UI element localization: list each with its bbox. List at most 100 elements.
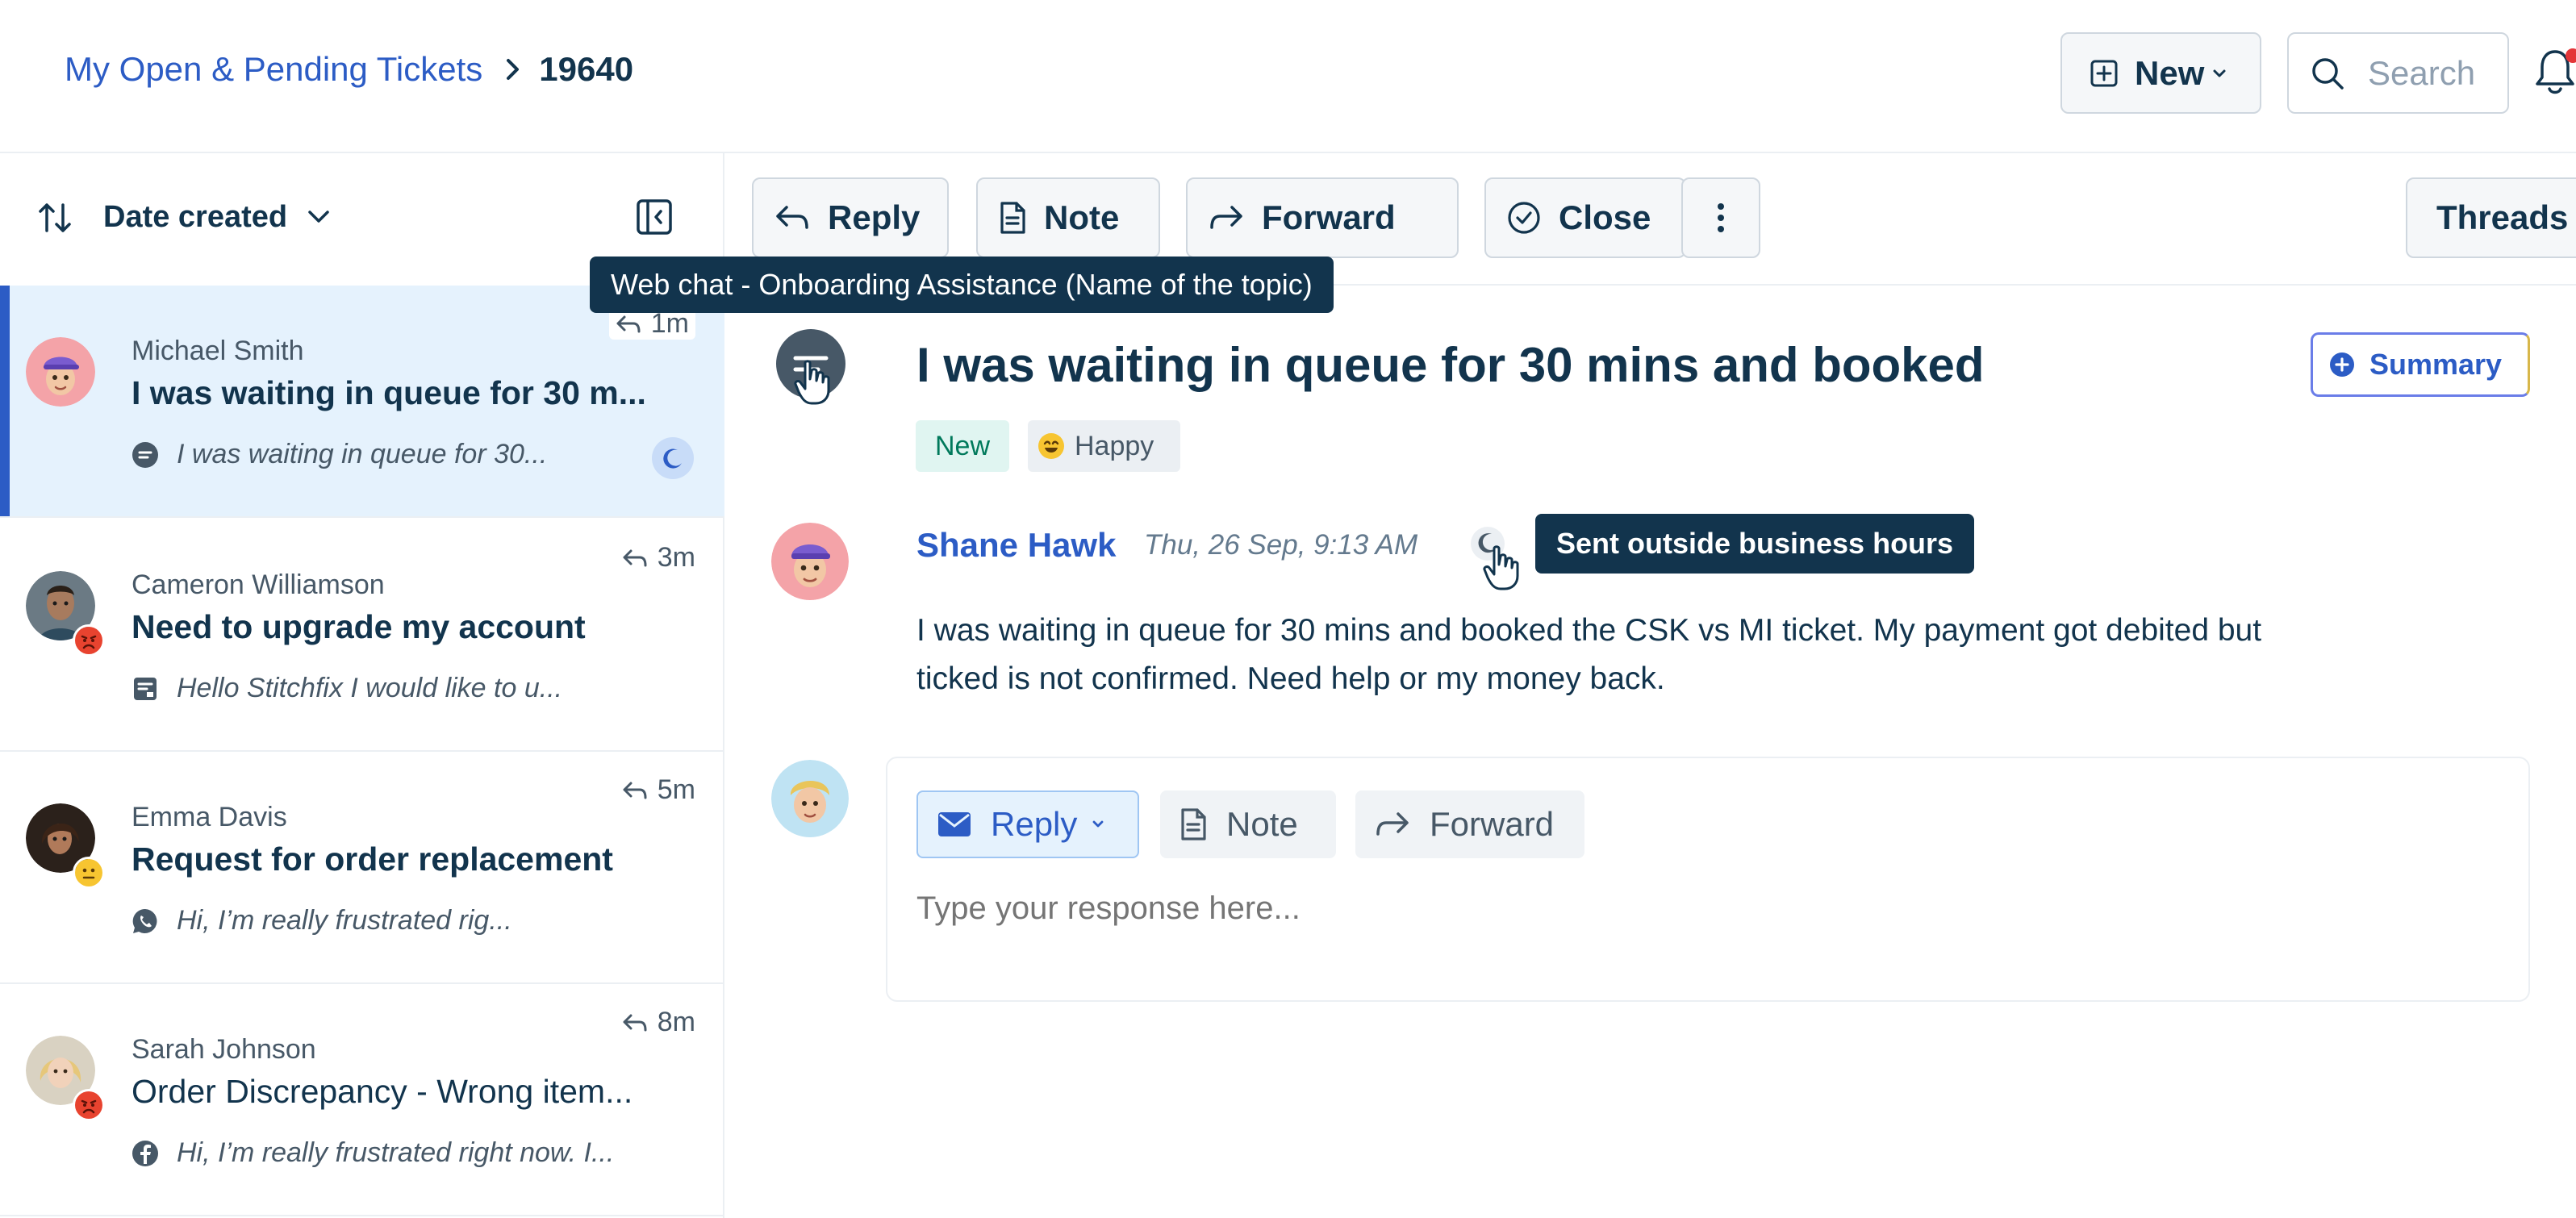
ticket-preview: Hi, I’m really frustrated right now. I..… [132,1137,614,1169]
forward-button-label: Forward [1262,198,1396,236]
summary-button-label: Summary [2369,348,2503,381]
composer-reply-label: Reply [991,805,1078,843]
forward-button[interactable]: Forward [1186,177,1459,258]
notification-dot [2566,48,2576,63]
ticket-row-1[interactable]: 1m Michael Smith I was waiting in queue … [0,286,724,518]
reply-arrow-icon [622,780,648,801]
new-button-label: New [2135,53,2205,92]
ticket-time: 8m [622,1007,695,1038]
note-button-label: Note [1044,198,1120,236]
collapse-panel-icon[interactable] [636,198,673,236]
ticket-preview-text: I was waiting in queue for 30... [177,439,548,469]
search-placeholder: Search [2368,53,2476,92]
ticket-requester: Michael Smith [132,336,304,366]
message-author[interactable]: Shane Hawk [916,526,1116,565]
ticket-preview: I was waiting in queue for 30... [132,439,547,470]
business-hours-tooltip: Sent outside business hours [1535,514,1975,574]
message-body-line: I was waiting in queue for 30 mins and b… [916,613,2262,648]
breadcrumb: My Open & Pending Tickets 19640 [65,50,633,89]
forward-arrow-icon [1375,810,1410,839]
reply-composer: Reply Note Forward [886,757,2530,1002]
angry-emoji-icon [73,624,105,657]
ticket-row-4[interactable]: 8m Sarah Johnson Order Discrepancy - Wro… [0,984,724,1216]
reply-arrow-icon [774,203,810,232]
response-input[interactable] [916,891,2449,927]
ticket-preview-text: Hi, I’m really frustrated right now. I..… [177,1137,615,1168]
chevron-down-icon[interactable] [1090,816,1106,832]
ticket-preview: Hello Stitchfix I would like to u... [132,673,562,704]
note-document-icon [999,201,1026,235]
composer-note-button[interactable]: Note [1160,790,1336,858]
chat-bubble-icon [132,441,159,469]
ticket-row-3[interactable]: 5m Emma Davis Request for order replacem… [0,752,724,984]
forward-arrow-icon [1209,203,1244,232]
reply-button[interactable]: Reply [752,177,949,258]
whatsapp-icon [132,907,159,935]
ticket-time-value: 8m [657,1007,695,1037]
status-badge: New [916,420,1009,472]
sentiment-badge: Happy [1028,420,1180,472]
ticket-list-pane: Date created 1m Michael Smith I was wait… [0,153,724,1218]
pointer-hand-icon [794,360,831,405]
search-input[interactable]: Search [2287,32,2509,114]
close-button-label: Close [1559,198,1651,236]
more-options-button[interactable] [1681,177,1760,258]
ticket-subject: Order Discrepancy - Wrong item... [132,1073,633,1110]
chevron-down-icon[interactable] [305,206,332,227]
close-ticket-button[interactable]: Close [1484,177,1686,258]
moon-icon [652,437,694,479]
channel-tooltip: Web chat - Onboarding Assistance (Name o… [590,257,1334,313]
sentiment-label: Happy [1075,430,1154,461]
neutral-emoji-icon [73,857,105,889]
pointer-hand-icon [1483,545,1520,590]
threads-button-label: Threads [2436,198,2569,236]
breadcrumb-current-ticket-id: 19640 [539,50,634,88]
agent-avatar [771,760,849,837]
new-button[interactable]: New [2060,32,2261,114]
happy-emoji-icon [1037,432,1065,460]
message-timestamp: Thu, 26 Sep, 9:13 AM [1144,529,1418,561]
ticket-requester: Emma Davis [132,802,287,832]
avatar [26,337,95,407]
plus-square-icon [2090,59,2119,88]
ticket-subject: Need to upgrade my account [132,608,586,645]
search-icon [2310,56,2345,91]
ticket-subject: I was waiting in queue for 30 m... [132,374,646,411]
ticket-time-value: 5m [657,774,695,805]
chevron-down-icon [2211,65,2228,82]
reply-arrow-icon [622,548,648,569]
vertical-dots-icon [1716,202,1726,234]
ticket-preview: Hi, I’m really frustrated rig... [132,905,512,936]
sort-arrows-icon[interactable] [35,198,74,237]
composer-reply-button[interactable]: Reply [916,790,1139,858]
message-body: I was waiting in queue for 30 mins and b… [916,607,2490,703]
threads-button[interactable]: Threads [2406,177,2576,258]
ticket-subject: Request for order replacement [132,841,613,878]
facebook-icon [132,1140,159,1167]
top-header: My Open & Pending Tickets 19640 New Sear… [0,0,2576,153]
chevron-right-icon [505,57,521,81]
composer-forward-button[interactable]: Forward [1355,790,1584,858]
note-document-icon [1179,807,1207,841]
reply-button-label: Reply [828,198,921,236]
ticket-preview-text: Hi, I’m really frustrated rig... [177,905,512,936]
avatar [771,523,849,600]
composer-forward-label: Forward [1430,805,1555,843]
ticket-preview-text: Hello Stitchfix I would like to u... [177,673,563,703]
ticket-time: 3m [622,542,695,574]
check-circle-icon [1507,201,1541,235]
reply-arrow-icon [616,314,641,335]
ticket-requester: Cameron Williamson [132,569,385,600]
sort-dropdown[interactable]: Date created [103,200,287,235]
message-body-line: ticked is not confirmed. Need help or my… [916,661,1665,696]
summary-button[interactable]: Summary [2311,332,2530,397]
envelope-icon [937,811,971,837]
breadcrumb-link-open-pending[interactable]: My Open & Pending Tickets [65,50,482,89]
ticket-title: I was waiting in queue for 30 mins and b… [916,338,1985,392]
ticket-requester: Sarah Johnson [132,1034,316,1065]
note-button[interactable]: Note [976,177,1160,258]
form-icon [132,675,159,703]
reply-arrow-icon [622,1012,648,1033]
ticket-time: 5m [622,774,695,806]
ticket-row-2[interactable]: 3m Cameron Williamson Need to upgrade my… [0,519,724,752]
